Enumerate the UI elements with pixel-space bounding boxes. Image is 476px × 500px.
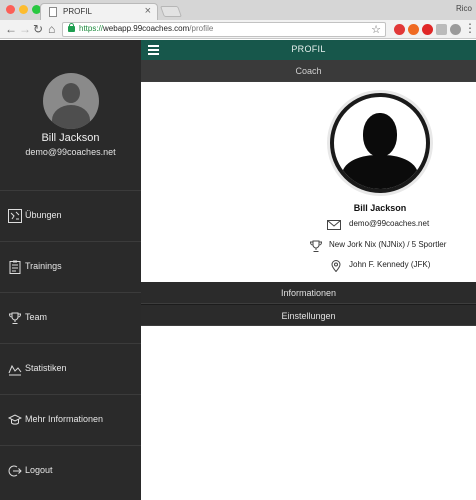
extension-icon[interactable] [394,24,405,35]
page-title: PROFIL [291,44,326,54]
lock-icon [68,23,75,32]
bookmark-star-icon[interactable]: ☆ [371,23,381,36]
browser-toolbar: ← → ↻ ⌂ https://webapp.99coaches.com/pro… [0,20,476,39]
logout-icon [8,464,22,478]
url-host: webapp.99coaches.com [103,24,190,33]
home-icon[interactable]: ⌂ [48,21,55,37]
trophy-icon [309,240,323,252]
new-tab-button[interactable] [159,6,183,17]
app-header: PROFIL [141,40,476,60]
section-informationen[interactable]: Informationen [141,282,476,304]
graduation-cap-icon [8,413,22,427]
sidebar-item-statistiken[interactable]: Statistiken [0,343,141,394]
extension-icon[interactable] [422,24,433,35]
section-title: Einstellungen [281,311,336,321]
extension-icon[interactable] [408,24,419,35]
minimize-window-button[interactable] [19,5,28,14]
sidebar-item-label: Übungen [25,210,62,220]
coach-panel: Bill Jackson demo@99coaches.net New Jork… [141,82,476,282]
coach-airport: John F. Kennedy (JFK) [349,260,431,269]
reload-icon[interactable]: ↻ [33,21,43,37]
browser-tabbar: PROFIL × Rico [0,0,476,20]
sidebar-item-label: Mehr Informationen [25,414,104,424]
url-scheme: https:// [79,24,104,33]
extension-icon[interactable] [436,24,447,35]
sidebar-item-trainings[interactable]: Trainings [0,241,141,292]
coach-avatar[interactable] [330,93,430,193]
sidebar-item-label: Statistiken [25,363,67,373]
section-coach[interactable]: Coach [141,60,476,82]
exercises-icon [8,209,22,223]
envelope-icon [327,219,341,231]
avatar[interactable] [43,73,99,129]
trophy-icon [8,311,22,325]
back-icon[interactable]: ← [5,21,17,37]
chart-icon [8,362,22,376]
section-einstellungen[interactable]: Einstellungen [141,304,476,326]
sidebar-user-email: demo@99coaches.net [25,147,116,157]
sidebar: Bill Jackson demo@99coaches.net Übungen … [0,40,141,500]
extension-icon[interactable] [450,24,461,35]
sidebar-user-name: Bill Jackson [41,132,100,144]
browser-menu-icon[interactable]: ⋮ [464,21,476,35]
sidebar-item-logout[interactable]: Logout [0,445,141,496]
address-bar[interactable]: https://webapp.99coaches.com/profile ☆ [62,22,386,37]
sidebar-item-label: Team [25,312,48,322]
location-pin-icon [329,260,343,273]
sidebar-item-label: Logout [25,465,53,475]
section-title: Coach [295,66,322,76]
tab-title: PROFIL [63,7,92,16]
coach-email: demo@99coaches.net [349,219,430,228]
url-path: /profile [189,24,214,33]
sidebar-item-mehr-informationen[interactable]: Mehr Informationen [0,394,141,445]
sidebar-item-label: Trainings [25,261,62,271]
close-window-button[interactable] [6,5,15,14]
coach-team: New Jork Nix (NJNix) / 5 Sportler [329,240,447,249]
forward-icon[interactable]: → [19,21,31,37]
browser-profile-name[interactable]: Rico [456,4,472,13]
page-icon [49,7,57,17]
tab-close-icon[interactable]: × [145,5,151,17]
clipboard-icon [8,260,22,274]
coach-name: Bill Jackson [353,203,407,213]
url-text: https://webapp.99coaches.com/profile [79,24,213,33]
browser-tab[interactable]: PROFIL × [40,3,158,20]
section-title: Informationen [280,288,337,298]
sidebar-item-team[interactable]: Team [0,292,141,343]
sidebar-item-uebungen[interactable]: Übungen [0,190,141,241]
